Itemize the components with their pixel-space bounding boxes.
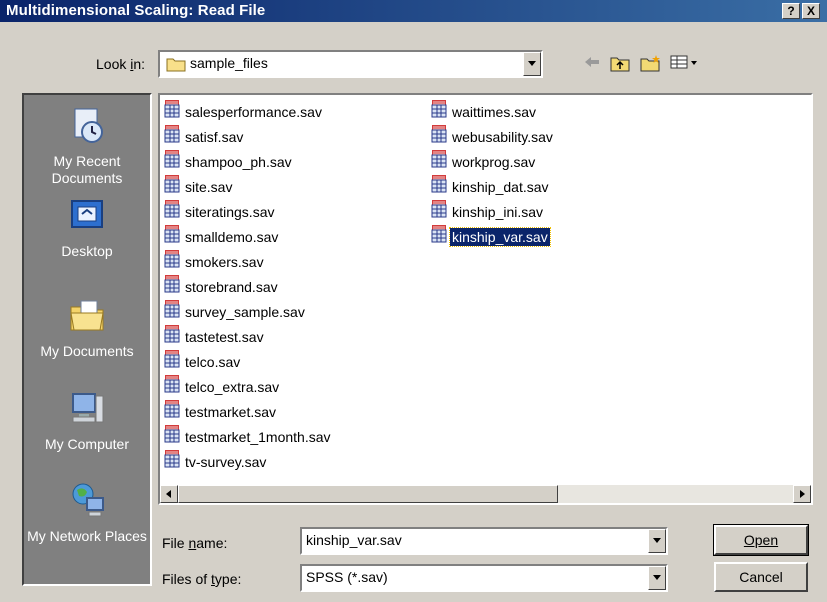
close-button[interactable]: X (802, 3, 820, 19)
scroll-left-button[interactable] (160, 485, 178, 503)
look-in-combo[interactable]: sample_files (158, 50, 543, 78)
file-name-text: kinship_dat.sav (452, 179, 549, 195)
back-icon[interactable] (583, 54, 601, 75)
file-name-text: storebrand.sav (185, 279, 278, 295)
file-name-text: site.sav (185, 179, 233, 195)
file-name-text: workprog.sav (452, 154, 536, 170)
place-label: My Network Places (27, 528, 147, 544)
file-name-text: kinship_ini.sav (452, 204, 544, 220)
view-menu-icon[interactable] (670, 54, 698, 75)
file-name-value: kinship_var.sav (306, 532, 402, 548)
place-desktop[interactable]: Desktop (24, 195, 150, 260)
open-button[interactable]: Open (713, 524, 809, 556)
up-folder-icon[interactable] (610, 54, 630, 77)
file-name-text: smalldemo.sav (185, 229, 279, 245)
file-type-dropdown-arrow[interactable] (648, 566, 666, 590)
file-type-select[interactable]: SPSS (*.sav) (300, 564, 668, 592)
recent-documents-icon (24, 105, 150, 149)
help-button[interactable]: ? (782, 3, 800, 19)
file-name-text: tastetest.sav (185, 329, 264, 345)
my-computer-icon (24, 388, 150, 432)
file-name-dropdown-arrow[interactable] (648, 529, 666, 553)
place-label: My Documents (40, 343, 134, 359)
place-my-computer[interactable]: My Computer (24, 388, 150, 453)
file-name-text: webusability.sav (452, 129, 553, 145)
file-name-text: satisf.sav (185, 129, 244, 145)
folder-icon (166, 56, 186, 75)
place-recent-documents[interactable]: My Recent Documents (24, 105, 150, 187)
file-name-text: shampoo_ph.sav (185, 154, 292, 170)
file-name-text: salesperformance.sav (185, 104, 322, 120)
new-folder-icon[interactable] (640, 54, 662, 77)
look-in-dropdown-arrow[interactable] (523, 52, 541, 76)
file-name-text: testmarket.sav (185, 404, 277, 420)
place-label: Desktop (61, 243, 113, 259)
place-label: My Recent Documents (51, 153, 123, 186)
horizontal-scrollbar[interactable] (160, 485, 811, 503)
file-name-text: telco_extra.sav (185, 379, 280, 395)
title-bar: Multidimensional Scaling: Read File ? X (0, 0, 827, 22)
file-name-text: siteratings.sav (185, 204, 275, 220)
file-list[interactable]: salesperformance.sav satisf.sav shampoo_ph… (158, 93, 813, 505)
file-name-text: kinship_var.sav (449, 227, 551, 247)
places-bar: My Recent Documents Desktop My Documents… (22, 93, 152, 586)
file-name-text: testmarket_1month.sav (185, 429, 331, 445)
open-button-label: Open (743, 532, 779, 548)
desktop-icon (24, 195, 150, 239)
file-type-label: Files of type: (162, 571, 242, 587)
cancel-button[interactable]: Cancel (714, 562, 808, 592)
network-places-icon (24, 480, 150, 524)
file-name-text: telco.sav (185, 354, 241, 370)
file-name-text: tv-survey.sav (185, 454, 267, 470)
my-documents-icon (24, 295, 150, 339)
file-name-text: smokers.sav (185, 254, 264, 270)
place-network-places[interactable]: My Network Places (24, 480, 150, 545)
file-name-text: waittimes.sav (452, 104, 537, 120)
file-name-field[interactable]: kinship_var.sav (300, 527, 668, 555)
look-in-label: Look in: (96, 56, 146, 72)
look-in-value: sample_files (190, 55, 268, 71)
file-name-label: File name: (162, 535, 228, 551)
scroll-thumb[interactable] (178, 485, 558, 503)
scroll-right-button[interactable] (793, 485, 811, 503)
file-type-value: SPSS (*.sav) (306, 569, 388, 585)
place-my-documents[interactable]: My Documents (24, 295, 150, 360)
file-name-text: survey_sample.sav (185, 304, 305, 320)
window-title: Multidimensional Scaling: Read File (6, 2, 266, 19)
place-label: My Computer (44, 436, 130, 452)
